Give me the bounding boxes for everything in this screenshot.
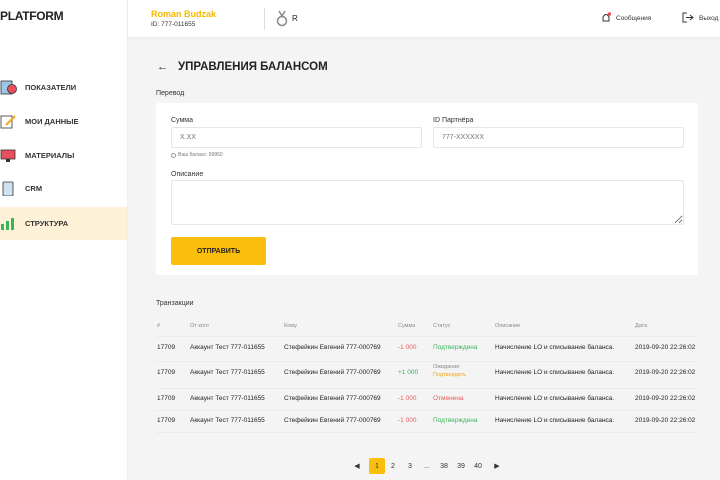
col-date: 2019-09-20 22:26:02 [635, 417, 696, 424]
sidebar-item-label: CRM [25, 184, 43, 193]
page-2[interactable]: 2 [386, 458, 400, 474]
column-header-status: Статус [433, 323, 451, 329]
col-status: Ожидание [433, 364, 460, 370]
col-from: Аккаунт Тест 777-011655 [190, 369, 265, 376]
col-to: Стефейкин Евгений 777-000769 [284, 395, 381, 402]
sidebar-item-crm[interactable]: CRM [0, 172, 127, 205]
confirm-link[interactable]: Подтвердить [433, 372, 466, 378]
col-to: Стефейкин Евгений 777-000769 [284, 417, 381, 424]
messages-button[interactable]: Сообщения [601, 12, 651, 25]
col-date: 2019-09-20 22:26:02 [635, 344, 696, 351]
user-id: ID: 777-011655 [151, 21, 196, 28]
partner-id-input[interactable] [433, 127, 684, 148]
col-id: 17709 [157, 344, 176, 351]
chart-icon [0, 80, 17, 95]
medal-icon [276, 10, 288, 32]
sidebar-item-materials[interactable]: МАТЕРИАЛЫ [0, 139, 127, 172]
col-from: Аккаунт Тест 777-011655 [190, 395, 265, 402]
column-header-description: Описание [495, 323, 521, 329]
bell-icon [601, 12, 612, 25]
col-from: Аккаунт Тест 777-011655 [190, 344, 265, 351]
submit-button[interactable]: ОТПРАВИТЬ [171, 237, 266, 265]
col-amount: -1 000 [398, 417, 417, 424]
prev-page-icon[interactable]: ◀ [350, 458, 364, 474]
col-date: 2019-09-20 22:26:02 [635, 395, 696, 402]
page-1[interactable]: 1 [369, 458, 385, 474]
col-id: 17709 [157, 369, 176, 376]
col-amount: -1 000 [398, 395, 417, 402]
page-40[interactable]: 40 [471, 458, 485, 474]
col-amount: -1 000 [398, 344, 417, 351]
row-divider [156, 410, 698, 411]
col-date: 2019-09-20 22:26:02 [635, 369, 696, 376]
page-title-text: УПРАВЛЕНИЯ БАЛАНСОМ [178, 61, 328, 73]
balance-note: Ваш баланс: 99950 [171, 152, 223, 158]
phone-icon [0, 181, 17, 196]
structure-icon [0, 216, 17, 231]
sidebar-item-indicators[interactable]: ПОКАЗАТЕЛИ [0, 71, 127, 104]
row-divider [156, 336, 698, 337]
col-from: Аккаунт Тест 777-011655 [190, 417, 265, 424]
balance-text: Ваш баланс: 99950 [178, 152, 223, 158]
page-38[interactable]: 38 [437, 458, 451, 474]
col-to: Стефейкин Евгений 777-000769 [284, 369, 381, 376]
divider [264, 8, 265, 30]
info-icon [171, 152, 176, 158]
amount-label: Сумма [171, 117, 193, 124]
col-amount: +1 000 [398, 369, 419, 376]
section-title: Перевод [156, 90, 185, 97]
row-divider [156, 432, 698, 433]
pagination-ellipsis: ... [424, 462, 430, 470]
page-3[interactable]: 3 [403, 458, 417, 474]
logout-button[interactable]: Выход [682, 12, 718, 25]
monitor-icon [0, 148, 17, 163]
sidebar-item-label: МОИ ДАННЫЕ [25, 117, 79, 126]
sidebar-item-label: СТРУКТУРА [25, 219, 69, 228]
row-divider [156, 361, 698, 362]
row-divider [156, 388, 698, 389]
page-39[interactable]: 39 [454, 458, 468, 474]
amount-input[interactable] [171, 127, 422, 148]
sidebar-item-structure[interactable]: СТРУКТУРА [0, 207, 127, 240]
transfer-form: Сумма ID Партнёра Ваш баланс: 99950 Опис… [156, 103, 698, 275]
col-id: 17709 [157, 417, 176, 424]
description-textarea[interactable] [171, 180, 684, 225]
logo: PLATFORM [0, 9, 64, 23]
logout-icon [682, 12, 694, 25]
column-header-from: От кого [190, 323, 209, 329]
messages-label: Сообщения [616, 15, 652, 22]
column-header-amount: Сумма [398, 323, 416, 329]
col-to: Стефейкин Евгений 777-000769 [284, 344, 381, 351]
back-arrow-icon[interactable]: ← [157, 61, 168, 73]
col-description: Начисление LO и списывание баланса. [495, 344, 615, 351]
col-status: Подтверждена [433, 344, 478, 351]
col-id: 17709 [157, 395, 176, 402]
logout-label: Выход [699, 15, 719, 22]
sidebar: PLATFORM ПОКАЗАТЕЛИ МОИ ДАННЫЕ МАТЕРИАЛЫ… [0, 0, 128, 480]
description-label: Описание [171, 171, 204, 178]
col-description: Начисление LO и списывание баланса. [495, 417, 615, 424]
col-description: Начисление LO и списывание баланса. [495, 369, 615, 376]
col-description: Начисление LO и списывание баланса. [495, 395, 615, 402]
col-status: Подтверждена [433, 417, 478, 424]
sidebar-item-label: ПОКАЗАТЕЛИ [25, 83, 77, 92]
column-header-id: # [157, 323, 161, 329]
next-page-icon[interactable]: ▶ [490, 458, 504, 474]
transactions-title: Транзакции [156, 300, 194, 307]
header: Roman Budzak ID: 777-011655 R Сообщения … [128, 0, 720, 37]
column-header-to: Кому [284, 323, 297, 329]
sidebar-item-label: МАТЕРИАЛЫ [25, 151, 75, 160]
user-name[interactable]: Roman Budzak [151, 9, 216, 19]
partner-label: ID Партнёра [433, 117, 474, 124]
edit-icon [0, 114, 17, 129]
col-status: Отменена [433, 395, 464, 402]
column-header-date: Дата [635, 323, 648, 329]
page-title: ← УПРАВЛЕНИЯ БАЛАНСОМ [157, 61, 328, 73]
rank: R [292, 14, 298, 23]
sidebar-item-my-data[interactable]: МОИ ДАННЫЕ [0, 105, 127, 138]
